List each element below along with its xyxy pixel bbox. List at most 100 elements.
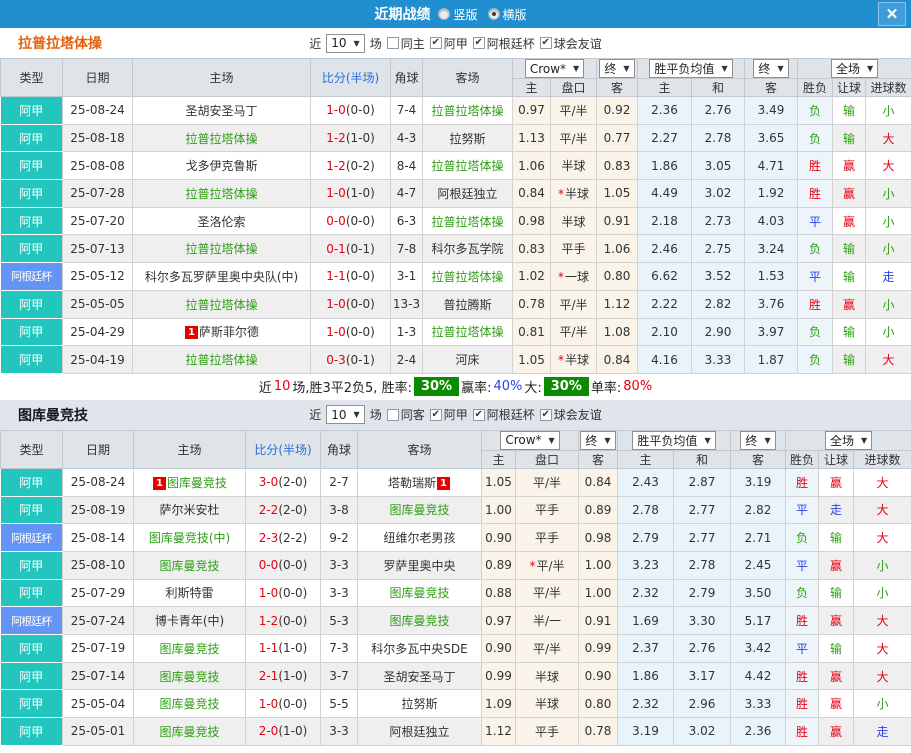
avg-home-cell: 6.62 <box>637 262 692 291</box>
odds-away-cell: 0.77 <box>596 123 638 153</box>
checkbox-checked-icon <box>539 408 552 421</box>
handicap-label: 平/半 <box>536 558 565 573</box>
league-filter-checkbox[interactable]: 球会友谊 <box>539 35 602 52</box>
corners-cell: 5-3 <box>320 606 358 635</box>
result-wdl-cell: 胜 <box>785 606 820 635</box>
away-team-cell: 拉普拉塔体操 <box>422 96 513 125</box>
sub-column-header: 主 <box>512 78 551 97</box>
layout-radio-vertical[interactable]: 竖版 <box>438 6 478 23</box>
result-handicap-cell: 赢 <box>818 689 855 719</box>
results-table-gimnasia: 类型 日期 主场 比分(半场) 角球 客场 Crow* ▼ 终 ▼ 胜平负均值 ▼ 终 ▼ 全场 ▼ 主盘口客主… <box>0 58 911 374</box>
corners-cell: 1-3 <box>390 317 423 347</box>
handicap-label: 平手 <box>534 531 559 546</box>
match-row: 阿甲 25-08-08 戈多伊克鲁斯 1-2(0-2) 8-4 拉普拉塔体操 1.06 半球 0… <box>0 151 911 181</box>
result-goals-cell: 大 <box>853 634 911 663</box>
score-cell: 1-1(0-0) <box>310 262 391 291</box>
handicap-label: 平/半 <box>559 325 588 340</box>
date-cell: 25-07-19 <box>62 634 134 663</box>
layout-radio-horizontal[interactable]: 横版 <box>487 6 527 23</box>
league-filter-label: 阿甲 <box>443 408 468 423</box>
rate-badge: 30% <box>413 377 460 397</box>
summary-text: 单率: <box>590 381 622 397</box>
avg-away-cell: 3.50 <box>730 578 787 608</box>
match-row: 阿甲 25-05-04 图库曼竞技 1-0(0-0) 5-5 拉努斯 1.09 半球 0.80 2… <box>0 689 911 719</box>
avg-away-cell: 2.82 <box>730 495 787 525</box>
sub-column-header: 客 <box>744 78 799 97</box>
league-filter-checkbox[interactable]: 阿甲 <box>429 406 468 423</box>
result-handicap-cell: 赢 <box>818 550 855 580</box>
away-team-cell: 拉普拉塔体操 <box>422 206 513 236</box>
league-cell: 阿甲 <box>0 661 63 691</box>
near-label: 近 <box>309 36 322 51</box>
odds-away-cell: 1.00 <box>578 578 618 608</box>
final-odds-select[interactable]: 终 ▼ <box>580 431 616 450</box>
score-cell: 1-2(1-0) <box>310 123 391 153</box>
odds-home-cell: 1.05 <box>512 345 551 374</box>
team-label: 图库曼竞技 <box>159 697 220 712</box>
odds-source-select[interactable]: Crow* ▼ <box>500 431 560 450</box>
result-goals-cell: 大 <box>853 523 911 552</box>
final-odds-select[interactable]: 终 ▼ <box>599 59 635 78</box>
league-filter-checkbox[interactable]: 阿根廷杯 <box>472 406 535 423</box>
close-button[interactable]: ✕ <box>878 2 906 26</box>
halftime-score: (0-1) <box>345 241 375 256</box>
result-handicap-cell: 走 <box>818 495 855 525</box>
results-table: 类型 日期 主场 比分(半场) 角球 客场 Crow* ▼ 终 ▼ 胜平负均值 ▼ 终 ▼ 全场 ▼ 主盘口客主… <box>0 429 911 746</box>
date-cell: 25-07-14 <box>62 661 134 691</box>
games-count-select[interactable]: 10 ▼ <box>326 405 365 425</box>
column-header: 主场 <box>132 58 311 97</box>
avg-away-cell: 2.71 <box>730 523 787 552</box>
team-name: 图库曼竞技 <box>18 407 88 424</box>
league-filter-checkbox[interactable]: 阿甲 <box>429 35 468 52</box>
away-team-cell: 图库曼竞技 <box>357 495 482 525</box>
result-wdl-cell: 胜 <box>797 151 834 181</box>
fulltime-score: 1-0 <box>326 186 346 201</box>
red-card-badge: 1 <box>185 326 198 340</box>
final-avg-select[interactable]: 终 ▼ <box>740 431 776 450</box>
fulltime-score: 1-2 <box>326 131 346 146</box>
team-label: 拉普拉塔体操 <box>185 131 258 146</box>
games-count-select-value: 10 <box>331 36 347 50</box>
avg-draw-cell: 2.87 <box>672 467 732 497</box>
final-avg-select[interactable]: 终 ▼ <box>753 59 789 78</box>
scope-select-value: 全场 <box>835 62 860 76</box>
team-label: 利斯特雷 <box>165 586 214 601</box>
avg-odds-select[interactable]: 胜平负均值 ▼ <box>632 431 716 450</box>
match-row: 阿根廷杯 25-05-12 科尔多瓦罗萨里奥中央队(中) 1-1(0-0) 3-1 拉普拉… <box>0 262 911 291</box>
sub-column-header: 主 <box>617 449 674 469</box>
league-filter-label: 阿根廷杯 <box>486 36 535 51</box>
avg-odds-select[interactable]: 胜平负均值 ▼ <box>649 59 733 78</box>
result-goals-cell: 小 <box>853 689 911 719</box>
avg-draw-cell: 2.77 <box>672 523 732 552</box>
team-label: 罗萨里奥中央 <box>383 558 456 573</box>
same-venue-checkbox[interactable]: 同客 <box>386 406 425 423</box>
header-row-dropdowns: 类型 日期 主场 比分(半场) 角球 客场 Crow* ▼ 终 ▼ 胜平负均值 ▼ 终 ▼ 全场 ▼ <box>0 429 911 469</box>
odds-away-cell: 0.78 <box>578 717 618 746</box>
odds-source-select[interactable]: Crow* ▼ <box>524 59 585 78</box>
scope-select[interactable]: 全场 ▼ <box>824 431 873 450</box>
league-filter-label: 球会友谊 <box>553 408 602 423</box>
result-wdl-cell: 负 <box>797 317 834 347</box>
league-filter-checkbox[interactable]: 阿根廷杯 <box>472 35 535 52</box>
match-row: 阿甲 25-05-01 图库曼竞技 2-0(1-0) 3-3 阿根廷独立 1.12 平手 0.7… <box>0 717 911 746</box>
away-team-cell: 阿根廷独立 <box>357 717 482 746</box>
sub-column-header: 进球数 <box>865 78 911 97</box>
sub-column-header: 主 <box>481 449 516 469</box>
games-count-select[interactable]: 10 ▼ <box>326 33 365 53</box>
match-row: 阿甲 25-07-14 图库曼竞技 2-1(1-0) 3-7 圣胡安圣马丁 0.99 半球 0.… <box>0 661 911 691</box>
scope-select[interactable]: 全场 ▼ <box>830 59 879 78</box>
checkbox-icon <box>386 37 399 49</box>
home-team-cell: 图库曼竞技 <box>133 661 246 691</box>
dropdown-header-cell: 终 ▼ <box>596 58 638 79</box>
odds-home-cell: 0.84 <box>512 179 551 208</box>
match-row: 阿甲 25-04-19 拉普拉塔体操 0-3(0-1) 2-4 河床 1.05 *半球 0.84… <box>0 345 911 374</box>
result-handicap-cell: 赢 <box>818 467 855 497</box>
same-venue-checkbox[interactable]: 同主 <box>386 35 425 52</box>
dropdown-header-cell: 全场 ▼ <box>785 429 911 451</box>
league-cell: 阿甲 <box>0 289 63 319</box>
result-goals-cell: 小 <box>865 179 911 208</box>
score-cell: 2-1(1-0) <box>245 661 321 691</box>
result-wdl-cell: 平 <box>785 495 820 525</box>
handicap-cell: 平手 <box>515 717 579 746</box>
league-filter-checkbox[interactable]: 球会友谊 <box>539 406 602 423</box>
